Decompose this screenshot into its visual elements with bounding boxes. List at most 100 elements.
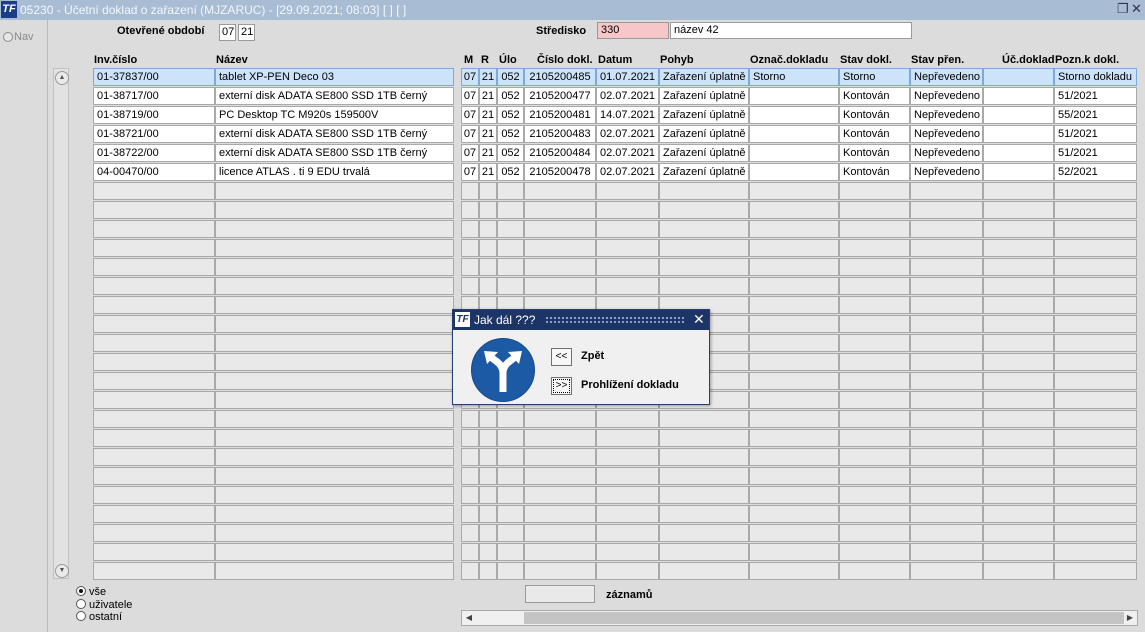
table-cell-document-number[interactable]: 2105200478: [524, 163, 596, 181]
table-cell-date[interactable]: 02.07.2021: [596, 125, 659, 143]
table-cell-name[interactable]: tablet XP-PEN Deco 03: [215, 68, 454, 86]
table-cell-date[interactable]: 02.07.2021: [596, 163, 659, 181]
empty-table-cell[interactable]: [983, 315, 1054, 333]
empty-table-cell[interactable]: [1054, 372, 1137, 390]
empty-table-cell[interactable]: [749, 353, 839, 371]
empty-table-cell[interactable]: [461, 201, 479, 219]
empty-table-cell[interactable]: [524, 410, 596, 428]
table-cell-accounting-document[interactable]: [983, 144, 1054, 162]
empty-table-cell[interactable]: [461, 543, 479, 561]
empty-table-cell[interactable]: [1054, 258, 1137, 276]
empty-table-cell[interactable]: [215, 201, 454, 219]
empty-table-cell[interactable]: [497, 239, 524, 257]
empty-table-cell[interactable]: [839, 467, 910, 485]
table-cell-document-number[interactable]: 2105200484: [524, 144, 596, 162]
empty-table-cell[interactable]: [1054, 524, 1137, 542]
column-header-unit[interactable]: Úlo: [499, 54, 517, 66]
empty-table-cell[interactable]: [1054, 505, 1137, 523]
empty-table-cell[interactable]: [983, 239, 1054, 257]
table-cell-year[interactable]: 21: [479, 144, 497, 162]
empty-table-cell[interactable]: [524, 277, 596, 295]
column-header-document-note[interactable]: Pozn.k dokl.: [1055, 54, 1119, 66]
empty-table-cell[interactable]: [596, 524, 659, 542]
empty-table-cell[interactable]: [1054, 467, 1137, 485]
empty-table-cell[interactable]: [524, 201, 596, 219]
empty-table-cell[interactable]: [1054, 391, 1137, 409]
empty-table-cell[interactable]: [749, 429, 839, 447]
empty-table-cell[interactable]: [479, 182, 497, 200]
table-cell-year[interactable]: 21: [479, 106, 497, 124]
table-cell-name[interactable]: externí disk ADATA SE800 SSD 1TB černý: [215, 144, 454, 162]
empty-table-cell[interactable]: [910, 353, 983, 371]
empty-table-cell[interactable]: [910, 410, 983, 428]
empty-table-cell[interactable]: [839, 524, 910, 542]
empty-table-cell[interactable]: [983, 296, 1054, 314]
table-cell-document-note[interactable]: 51/2021: [1054, 125, 1137, 143]
close-icon[interactable]: ✕: [1131, 2, 1142, 16]
empty-table-cell[interactable]: [910, 220, 983, 238]
empty-table-cell[interactable]: [910, 524, 983, 542]
empty-table-cell[interactable]: [749, 182, 839, 200]
table-cell-accounting-document[interactable]: [983, 125, 1054, 143]
table-cell-document-number[interactable]: 2105200481: [524, 106, 596, 124]
empty-table-cell[interactable]: [749, 391, 839, 409]
table-cell-unit[interactable]: 052: [497, 125, 524, 143]
table-cell-name[interactable]: externí disk ADATA SE800 SSD 1TB černý: [215, 125, 454, 143]
table-cell-movement[interactable]: Zařazení úplatně: [659, 163, 749, 181]
empty-table-cell[interactable]: [1054, 486, 1137, 504]
radio-checked-icon[interactable]: [76, 586, 86, 596]
empty-table-cell[interactable]: [215, 277, 454, 295]
empty-table-cell[interactable]: [479, 524, 497, 542]
empty-table-cell[interactable]: [215, 372, 454, 390]
table-cell-inv-number[interactable]: 01-38717/00: [93, 87, 215, 105]
column-header-movement[interactable]: Pohyb: [660, 54, 694, 66]
empty-table-cell[interactable]: [524, 239, 596, 257]
empty-table-cell[interactable]: [910, 505, 983, 523]
empty-table-cell[interactable]: [461, 277, 479, 295]
empty-table-cell[interactable]: [910, 391, 983, 409]
empty-table-cell[interactable]: [497, 543, 524, 561]
empty-table-cell[interactable]: [910, 543, 983, 561]
table-cell-accounting-document[interactable]: [983, 163, 1054, 181]
empty-table-cell[interactable]: [659, 505, 749, 523]
nav-radio[interactable]: [3, 32, 13, 42]
empty-table-cell[interactable]: [1054, 543, 1137, 561]
empty-table-cell[interactable]: [479, 562, 497, 580]
empty-table-cell[interactable]: [839, 239, 910, 257]
empty-table-cell[interactable]: [497, 429, 524, 447]
empty-table-cell[interactable]: [983, 562, 1054, 580]
empty-table-cell[interactable]: [659, 182, 749, 200]
empty-table-cell[interactable]: [215, 391, 454, 409]
empty-table-cell[interactable]: [659, 258, 749, 276]
empty-table-cell[interactable]: [749, 486, 839, 504]
empty-table-cell[interactable]: [910, 429, 983, 447]
empty-table-cell[interactable]: [983, 201, 1054, 219]
filter-option-other[interactable]: ostatní: [76, 611, 122, 623]
table-cell-year[interactable]: 21: [479, 68, 497, 86]
column-header-name[interactable]: Název: [216, 54, 248, 66]
column-header-year[interactable]: R: [481, 54, 489, 66]
empty-table-cell[interactable]: [983, 505, 1054, 523]
empty-table-cell[interactable]: [839, 543, 910, 561]
radio-icon[interactable]: [76, 599, 86, 609]
empty-table-cell[interactable]: [596, 239, 659, 257]
empty-table-cell[interactable]: [524, 429, 596, 447]
empty-table-cell[interactable]: [497, 505, 524, 523]
empty-table-cell[interactable]: [479, 220, 497, 238]
empty-table-cell[interactable]: [93, 467, 215, 485]
empty-table-cell[interactable]: [497, 467, 524, 485]
empty-table-cell[interactable]: [659, 486, 749, 504]
empty-table-cell[interactable]: [910, 334, 983, 352]
empty-table-cell[interactable]: [910, 296, 983, 314]
empty-table-cell[interactable]: [524, 562, 596, 580]
empty-table-cell[interactable]: [93, 353, 215, 371]
empty-table-cell[interactable]: [524, 467, 596, 485]
empty-table-cell[interactable]: [497, 410, 524, 428]
empty-table-cell[interactable]: [215, 410, 454, 428]
empty-table-cell[interactable]: [596, 410, 659, 428]
empty-table-cell[interactable]: [749, 372, 839, 390]
empty-table-cell[interactable]: [839, 258, 910, 276]
table-cell-document-note[interactable]: 51/2021: [1054, 87, 1137, 105]
table-cell-inv-number[interactable]: 01-38722/00: [93, 144, 215, 162]
dialog-titlebar[interactable]: TF Jak dál ??? ✕: [453, 310, 709, 330]
